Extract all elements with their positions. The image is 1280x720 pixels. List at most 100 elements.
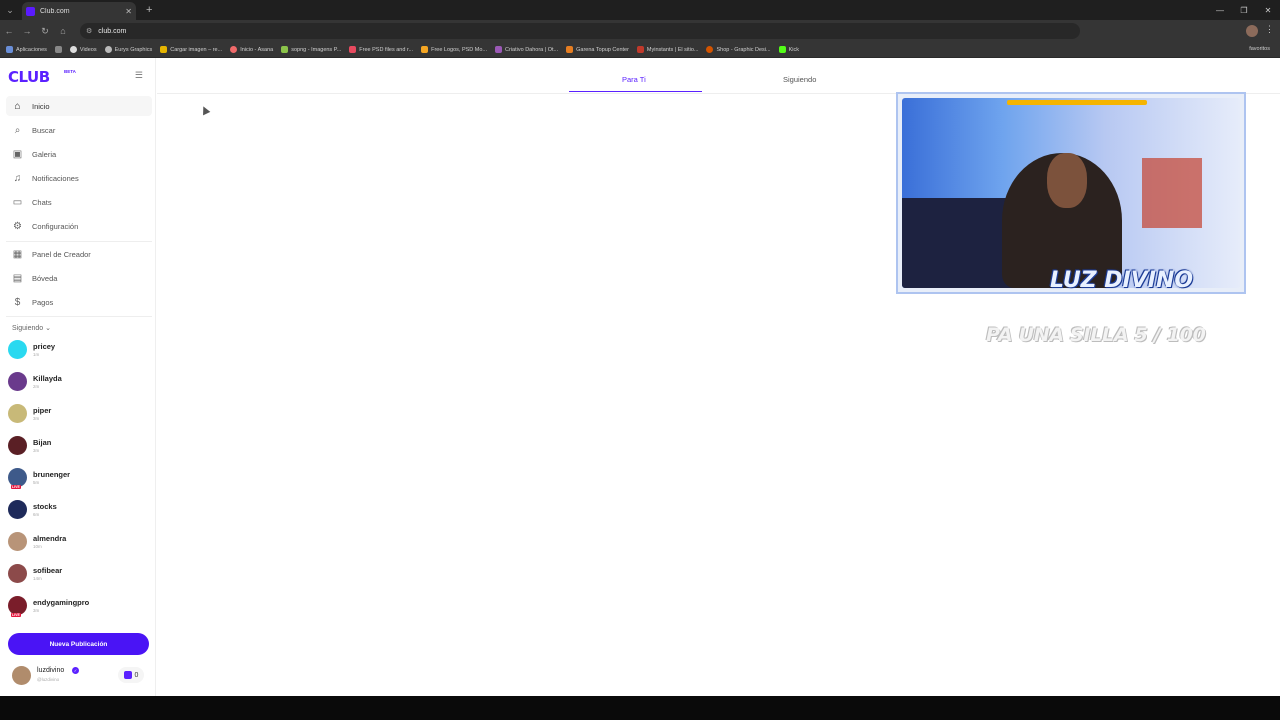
back-icon[interactable]: ← [0, 26, 18, 36]
browser-tab[interactable]: Club.com ✕ [22, 2, 136, 20]
user-name: luzdivino [37, 667, 65, 674]
site-icon [349, 46, 357, 53]
sidebar-item-boveda[interactable]: ▤ Bóveda [6, 268, 152, 288]
bell-icon: ♫ [13, 172, 22, 184]
following-item[interactable]: sofibear 14m [8, 559, 148, 587]
dashboard-icon: ▦ [12, 248, 23, 260]
current-user[interactable]: luzdivino ✓ @luzdivino 0 [12, 664, 148, 686]
following-time: 5m [33, 479, 40, 485]
avatar [8, 435, 27, 455]
coin-balance[interactable]: 0 [118, 667, 144, 683]
following-item[interactable]: LIVE brunenger 5m [8, 463, 148, 491]
following-time: 2m [33, 383, 40, 389]
apps-icon [6, 46, 13, 53]
feed-tabs: Para Ti Siguiendo [157, 58, 1280, 94]
maximize-icon[interactable]: ❐ [1232, 0, 1256, 20]
bookmark-item[interactable]: Myinstants | El sitio... [636, 46, 698, 53]
new-tab-icon[interactable]: + [146, 4, 152, 16]
club-logo[interactable]: CLUB [8, 68, 50, 86]
webcam-overlay [896, 92, 1246, 294]
sidebar-item-label: Configuración [32, 221, 79, 231]
bookmark-item[interactable]: Videos [69, 46, 97, 53]
bookmark-item[interactable]: Kick [778, 46, 799, 53]
sidebar-item-pagos[interactable]: $ Pagos [6, 292, 152, 312]
following-item[interactable]: piper 3m [8, 399, 148, 427]
following-name: pricey [33, 341, 56, 351]
site-icon [281, 46, 289, 53]
close-tab-icon[interactable]: ✕ [125, 7, 132, 16]
overlay-bar [1007, 100, 1147, 105]
following-name: piper [33, 405, 52, 415]
video-icon [69, 46, 77, 53]
browser-menu-icon[interactable]: ⋮ [1265, 24, 1274, 35]
sidebar-item-chats[interactable]: ▭ Chats [6, 192, 152, 212]
bookmark-item[interactable]: Free PSD files and r... [349, 46, 413, 53]
all-bookmarks[interactable]: favoritos [1249, 46, 1270, 52]
sidebar-item-panel-de-creador[interactable]: ▦ Panel de Creador [6, 244, 152, 264]
club-page: CLUB BETA ☰ ⌂ Inicio ⌕ Buscar ▣ Galeria … [0, 58, 1280, 696]
bookmark-item[interactable]: Cargar imagen – re... [160, 46, 222, 53]
sidebar-item-galeria[interactable]: ▣ Galeria [6, 144, 152, 164]
sidebar-item-configuracion[interactable]: ⚙ Configuración [6, 216, 152, 236]
sidebar-item-label: Inicio [32, 101, 50, 111]
sidebar-item-label: Panel de Creador [32, 249, 91, 259]
following-item[interactable]: almendra 10m [8, 527, 148, 555]
profile-avatar[interactable] [1246, 25, 1258, 37]
avatar [8, 531, 27, 551]
minimize-icon[interactable]: — [1208, 0, 1232, 20]
chevron-down-icon: ⌄ [45, 325, 51, 332]
avatar: LIVE [8, 595, 27, 617]
following-item[interactable]: stocks 6m [8, 495, 148, 523]
bookmark-item[interactable]: Aplicaciones [6, 46, 47, 53]
following-item[interactable]: LIVE endygamingpro 3m [8, 591, 148, 619]
streamer-head [1047, 153, 1087, 208]
sidebar-item-inicio[interactable]: ⌂ Inicio [6, 96, 152, 116]
bookmark-item[interactable]: Garena Topup Center [566, 46, 629, 53]
bookmark-item[interactable]: Free Logos, PSD Mo... [421, 46, 487, 53]
mouse-cursor [199, 104, 211, 116]
webcam-scene [1142, 158, 1202, 228]
reload-icon[interactable]: ↻ [36, 26, 54, 37]
tab-para-ti[interactable]: Para Ti [622, 75, 646, 84]
bookmark-item[interactable]: sopng - Imagens P... [281, 46, 341, 53]
close-window-icon[interactable]: ✕ [1256, 0, 1280, 20]
avatar [8, 499, 27, 519]
beta-badge: BETA [64, 69, 76, 74]
address-bar[interactable]: ⚙ club.com [80, 23, 1080, 39]
tab-search-icon[interactable]: ⌄ [0, 0, 20, 20]
tab-title: Club.com [40, 7, 70, 15]
divider [6, 316, 152, 317]
site-icon [566, 46, 574, 53]
bookmark-item[interactable]: Inicio - Asana [230, 46, 273, 53]
menu-icon[interactable]: ☰ [135, 70, 143, 81]
browser-tab-bar: ⌄ Club.com ✕ + — ❐ ✕ [0, 0, 1280, 20]
coin-icon [123, 671, 132, 679]
bookmark-item[interactable]: Criativo Dahora | Ot... [495, 46, 558, 53]
sidebar-item-label: Galeria [32, 149, 57, 159]
coin-value: 0 [134, 671, 139, 679]
sidebar-item-notificaciones[interactable]: ♫ Notificaciones [6, 168, 152, 188]
site-info-icon[interactable]: ⚙ [86, 27, 92, 35]
following-item[interactable]: Bijan 3m [8, 431, 148, 459]
url-text: club.com [98, 27, 127, 35]
site-icon [706, 46, 714, 53]
divider [6, 241, 152, 242]
browser-toolbar: ← → ↻ ⌂ ⚙ club.com ⋮ [0, 20, 1280, 42]
sidebar-item-buscar[interactable]: ⌕ Buscar [6, 120, 152, 140]
following-item[interactable]: pricey 1m [8, 335, 148, 363]
forward-icon[interactable]: → [18, 26, 36, 36]
bookmark-item[interactable] [54, 46, 62, 53]
following-item[interactable]: Killayda 2m [8, 367, 148, 395]
new-post-button[interactable]: Nueva Publicación [8, 633, 149, 655]
following-name: Bijan [33, 437, 52, 447]
stream-goal-text: PA UNA SILLA 5 / 100 [986, 324, 1206, 346]
tab-siguiendo[interactable]: Siguiendo [783, 75, 816, 84]
vault-icon: ▤ [12, 272, 23, 284]
home-browser-icon[interactable]: ⌂ [54, 26, 72, 36]
bookmark-item[interactable]: Shop - Graphic Desi... [706, 46, 771, 53]
bookmark-item[interactable]: Eurys Graphics [104, 46, 152, 53]
avatar [8, 371, 27, 391]
following-header[interactable]: Siguiendo ⌄ [12, 324, 51, 332]
following-name: stocks [33, 501, 57, 511]
sidebar-item-label: Chats [32, 197, 52, 207]
